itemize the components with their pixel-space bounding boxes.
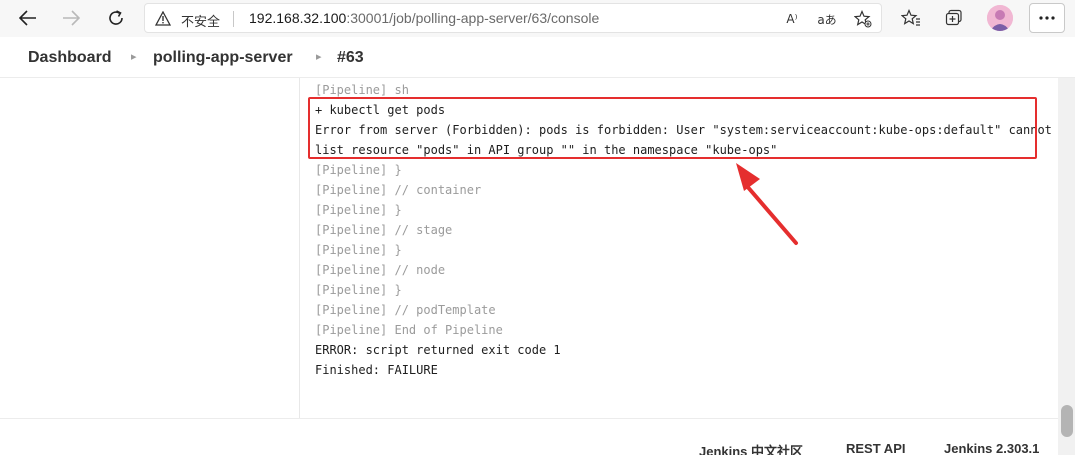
browser-toolbar: 不安全 192.168.32.100:30001/job/polling-app…: [0, 0, 1075, 37]
vertical-scrollbar[interactable]: [1058, 78, 1075, 455]
favorites-button[interactable]: [896, 4, 926, 32]
breadcrumb: Dashboard ▸ polling-app-server ▸ #63: [0, 37, 1075, 78]
console-line: [Pipeline] }: [315, 243, 402, 257]
console-line: [Pipeline] // podTemplate: [315, 303, 496, 317]
more-icon: [1039, 16, 1055, 20]
warning-icon[interactable]: [155, 11, 171, 26]
console-line: [Pipeline] }: [315, 283, 402, 297]
url-text[interactable]: 192.168.32.100:30001/job/polling-app-ser…: [249, 10, 599, 26]
address-bar[interactable]: 不安全 192.168.32.100:30001/job/polling-app…: [144, 3, 882, 33]
error-highlight-box: [308, 97, 1037, 159]
chevron-right-icon: ▸: [131, 51, 137, 63]
console-line: [Pipeline] }: [315, 163, 402, 177]
profile-button[interactable]: [987, 5, 1013, 31]
breadcrumb-dashboard[interactable]: Dashboard: [28, 49, 112, 67]
page-footer: Jenkins 中文社区 REST API Jenkins 2.303.1: [0, 418, 1058, 455]
forward-icon: [63, 10, 80, 26]
address-divider: [233, 11, 234, 27]
more-button[interactable]: [1029, 3, 1065, 33]
url-host: 192.168.32.100: [249, 10, 347, 26]
side-panel: [0, 78, 300, 418]
scrollbar-thumb[interactable]: [1061, 405, 1073, 437]
profile-icon: [987, 5, 1013, 31]
refresh-icon: [109, 10, 123, 25]
url-path: :30001/job/polling-app-server/63/console: [346, 10, 600, 26]
console-line: Finished: FAILURE: [315, 363, 438, 377]
breadcrumb-job[interactable]: polling-app-server: [153, 49, 293, 67]
collections-button[interactable]: [940, 4, 970, 32]
console-line: [Pipeline] // stage: [315, 223, 453, 237]
console-line: ERROR: script returned exit code 1: [315, 343, 561, 357]
console-line: [Pipeline] End of Pipeline: [315, 323, 503, 337]
security-label[interactable]: 不安全: [181, 11, 220, 30]
footer-community-link[interactable]: Jenkins 中文社区: [699, 441, 803, 455]
star-add-icon: [854, 10, 872, 28]
back-icon: [19, 10, 36, 26]
read-aloud-icon[interactable]: A⁾: [782, 9, 802, 29]
forward-button[interactable]: [56, 4, 86, 32]
translate-icon[interactable]: aあ: [817, 9, 837, 29]
console-line: [Pipeline] }: [315, 203, 402, 217]
chevron-right-icon: ▸: [316, 51, 322, 63]
footer-version-link[interactable]: Jenkins 2.303.1: [944, 441, 1039, 455]
star-add-button[interactable]: [853, 9, 873, 29]
console-line: [Pipeline] // container: [315, 183, 482, 197]
console-line: [Pipeline] // node: [315, 263, 446, 277]
refresh-button[interactable]: [101, 4, 131, 32]
favorites-icon: [901, 9, 920, 26]
footer-rest-api-link[interactable]: REST API: [846, 441, 905, 455]
annotation-arrow-icon: [736, 163, 798, 245]
collections-icon: [945, 9, 962, 26]
back-button[interactable]: [13, 4, 43, 32]
breadcrumb-build[interactable]: #63: [337, 49, 364, 67]
